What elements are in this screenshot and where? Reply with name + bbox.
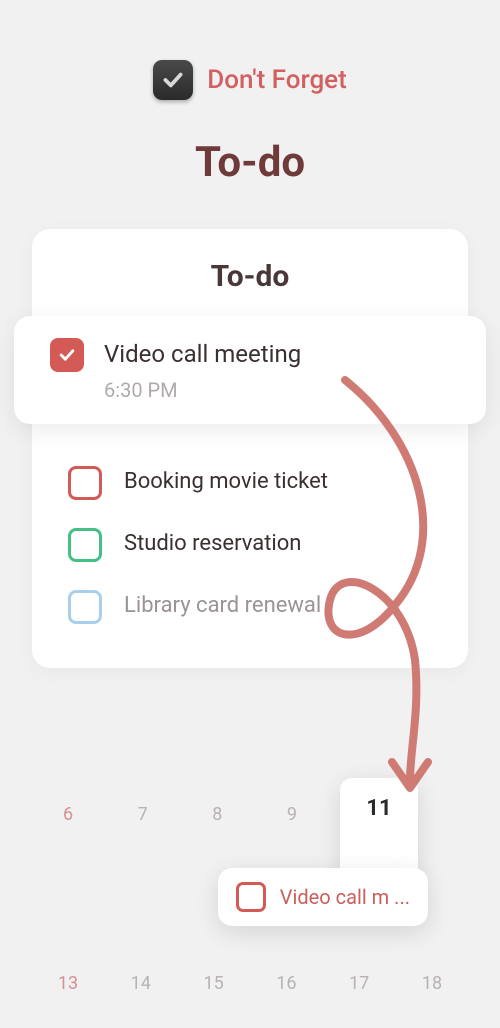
event-label: Video call m ...	[280, 885, 410, 909]
calendar-strip: 6 7 8 9 11 Video call m ... 13 14 15 16 …	[0, 790, 500, 1028]
app-icon	[153, 60, 193, 100]
checkmark-icon	[160, 67, 186, 93]
calendar-day[interactable]: 7	[115, 798, 171, 831]
calendar-day[interactable]: 13	[40, 967, 96, 1000]
calendar-day[interactable]: 6	[40, 798, 96, 831]
calendar-day[interactable]: 9	[264, 798, 320, 831]
task-list: Booking movie ticket Studio reservation …	[32, 424, 468, 638]
task-checkbox[interactable]	[68, 590, 102, 624]
todo-card: To-do Video call meeting 6:30 PM Booking…	[32, 229, 468, 668]
app-name: Don't Forget	[207, 65, 347, 95]
checkmark-icon	[57, 345, 77, 365]
task-label: Booking movie ticket	[124, 467, 328, 498]
task-checkbox-checked[interactable]	[50, 338, 84, 372]
task-label: Studio reservation	[124, 529, 301, 560]
calendar-day[interactable]: 8	[189, 798, 245, 831]
day-popup-number: 11	[340, 796, 418, 821]
card-title: To-do	[32, 259, 468, 294]
task-row[interactable]: Library card renewal	[68, 576, 432, 638]
task-label: Video call meeting	[104, 338, 301, 372]
event-checkbox[interactable]	[236, 882, 266, 912]
event-popup[interactable]: Video call m ...	[218, 868, 428, 926]
calendar-day[interactable]: 17	[331, 967, 387, 1000]
page-title: To-do	[0, 138, 500, 187]
calendar-day[interactable]: 18	[404, 967, 460, 1000]
task-checkbox[interactable]	[68, 528, 102, 562]
calendar-day[interactable]: 16	[258, 967, 314, 1000]
task-row[interactable]: Booking movie ticket	[68, 452, 432, 514]
calendar-row: 13 14 15 16 17 18	[40, 959, 460, 1008]
task-label: Library card renewal	[124, 591, 321, 622]
task-time: 6:30 PM	[104, 378, 301, 402]
task-content: Video call meeting 6:30 PM	[104, 338, 301, 402]
calendar-day[interactable]: 15	[186, 967, 242, 1000]
calendar-day[interactable]: 14	[113, 967, 169, 1000]
task-checkbox[interactable]	[68, 466, 102, 500]
highlighted-task-row[interactable]: Video call meeting 6:30 PM	[14, 316, 486, 424]
task-row[interactable]: Studio reservation	[68, 514, 432, 576]
day-popup[interactable]: 11	[340, 778, 418, 879]
app-header: Don't Forget	[0, 0, 500, 100]
